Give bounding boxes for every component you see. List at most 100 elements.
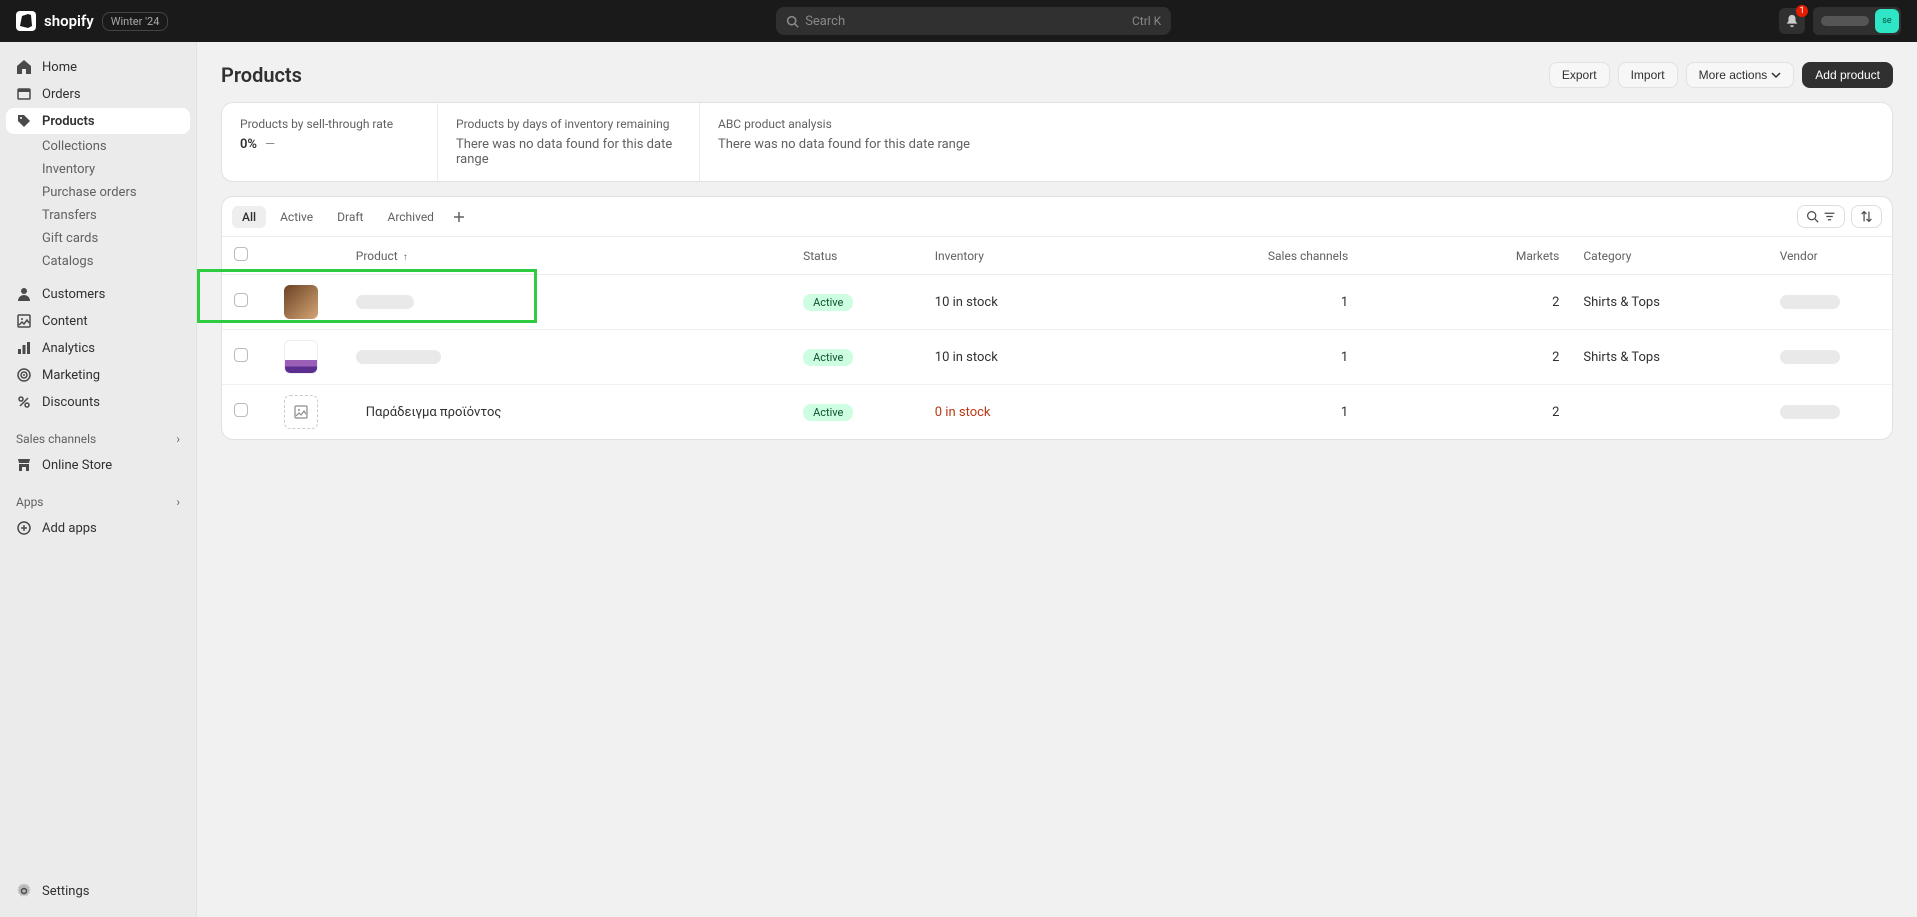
status-badge: Active: [803, 404, 853, 421]
column-vendor[interactable]: Vendor: [1768, 237, 1892, 275]
row-checkbox[interactable]: [234, 348, 248, 362]
search-filter-button[interactable]: [1797, 205, 1845, 228]
sidebar-item-label: Orders: [42, 87, 81, 102]
vendor-redacted: [1780, 350, 1840, 364]
product-thumbnail-placeholder: [284, 395, 318, 429]
column-sales-channels[interactable]: Sales channels: [1236, 237, 1360, 275]
store-selector[interactable]: se: [1813, 7, 1901, 35]
sidebar-item-customers[interactable]: Customers: [6, 281, 190, 307]
sidebar-item-orders[interactable]: Orders: [6, 81, 190, 107]
stat-label: Products by sell-through rate: [240, 117, 419, 131]
column-markets[interactable]: Markets: [1360, 237, 1571, 275]
product-thumbnail: [284, 285, 318, 319]
table-row[interactable]: Active 10 in stock 1 2 Shirts & Tops: [222, 330, 1892, 385]
table-row[interactable]: Active 10 in stock 1 2 Shirts & Tops: [222, 275, 1892, 330]
sidebar-item-online-store[interactable]: Online Store: [6, 452, 190, 478]
sales-channels-header[interactable]: Sales channels ›: [6, 426, 190, 452]
sort-button[interactable]: [1851, 205, 1882, 228]
status-badge: Active: [803, 349, 853, 366]
stat-value: 0%: [240, 137, 257, 152]
category-value: Shirts & Tops: [1583, 350, 1660, 365]
product-name-redacted: [356, 295, 414, 309]
orders-icon: [16, 86, 32, 102]
category-value: Shirts & Tops: [1583, 295, 1660, 310]
column-product[interactable]: Product ↑: [344, 237, 791, 275]
tab-archived[interactable]: Archived: [377, 206, 443, 228]
sidebar-item-marketing[interactable]: Marketing: [6, 362, 190, 388]
home-icon: [16, 59, 32, 75]
main-content: Products Export Import More actions Add …: [197, 42, 1917, 917]
sidebar-sub-transfers[interactable]: Transfers: [6, 204, 190, 227]
sidebar-sub-catalogs[interactable]: Catalogs: [6, 250, 190, 273]
add-view-button[interactable]: [448, 206, 470, 228]
sort-asc-icon: ↑: [403, 252, 408, 263]
notifications-button[interactable]: 1: [1779, 8, 1805, 34]
logo-text: shopify: [44, 12, 94, 30]
sidebar-item-products[interactable]: Products: [6, 108, 190, 134]
sidebar-item-discounts[interactable]: Discounts: [6, 389, 190, 415]
filter-icon: [1823, 210, 1836, 223]
sidebar-item-label: Discounts: [42, 395, 100, 410]
add-product-button[interactable]: Add product: [1802, 62, 1893, 88]
stat-abc-analysis[interactable]: ABC product analysis There was no data f…: [700, 103, 988, 181]
sidebar-item-label: Online Store: [42, 458, 112, 473]
sidebar-sub-gift-cards[interactable]: Gift cards: [6, 227, 190, 250]
vendor-redacted: [1780, 405, 1840, 419]
chevron-right-icon: ›: [176, 495, 180, 509]
sidebar-sub-collections[interactable]: Collections: [6, 135, 190, 158]
shopify-logo-icon: [16, 11, 36, 31]
products-table-card: All Active Draft Archived: [221, 196, 1893, 440]
products-table: Product ↑ Status Inventory Sales channel…: [222, 237, 1892, 439]
more-actions-button[interactable]: More actions: [1686, 62, 1795, 88]
column-status[interactable]: Status: [791, 237, 923, 275]
stat-nodata: There was no data found for this date ra…: [456, 137, 681, 167]
bell-icon: [1785, 14, 1799, 28]
search-icon: [1806, 210, 1819, 223]
markets-value: 2: [1552, 295, 1559, 310]
chevron-right-icon: ›: [176, 432, 180, 446]
row-checkbox[interactable]: [234, 293, 248, 307]
search-kbd: Ctrl K: [1132, 14, 1161, 28]
logo-area: shopify Winter '24: [16, 11, 168, 31]
sales-channels-value: 1: [1341, 295, 1348, 310]
import-button[interactable]: Import: [1618, 62, 1678, 88]
stat-days-inventory[interactable]: Products by days of inventory remaining …: [438, 103, 700, 181]
table-row[interactable]: Παράδειγμα προϊόντος Active 0 in stock 1…: [222, 385, 1892, 440]
tab-active[interactable]: Active: [270, 206, 323, 228]
sidebar-item-analytics[interactable]: Analytics: [6, 335, 190, 361]
select-all-checkbox[interactable]: [234, 247, 248, 261]
sidebar-item-settings[interactable]: Settings: [6, 878, 190, 904]
stat-sell-through[interactable]: Products by sell-through rate 0% —: [222, 103, 438, 181]
gear-icon: [16, 883, 32, 899]
sidebar-item-label: Content: [42, 314, 88, 329]
vendor-redacted: [1780, 295, 1840, 309]
sidebar-item-home[interactable]: Home: [6, 54, 190, 80]
marketing-icon: [16, 367, 32, 383]
sidebar-sub-inventory[interactable]: Inventory: [6, 158, 190, 181]
inventory-value: 0 in stock: [935, 405, 991, 420]
sidebar-item-label: Products: [42, 114, 95, 129]
search-input[interactable]: Search Ctrl K: [776, 7, 1171, 35]
markets-value: 2: [1552, 350, 1559, 365]
sidebar: Home Orders Products Collections Invento…: [0, 42, 197, 917]
sidebar-item-content[interactable]: Content: [6, 308, 190, 334]
column-category[interactable]: Category: [1571, 237, 1767, 275]
tab-all[interactable]: All: [232, 206, 266, 228]
customers-icon: [16, 286, 32, 302]
export-button[interactable]: Export: [1549, 62, 1610, 88]
sidebar-sub-purchase-orders[interactable]: Purchase orders: [6, 181, 190, 204]
apps-header[interactable]: Apps ›: [6, 489, 190, 515]
sidebar-item-label: Marketing: [42, 368, 100, 383]
stat-nodata: There was no data found for this date ra…: [718, 137, 970, 152]
search-icon: [786, 15, 799, 28]
sidebar-item-add-apps[interactable]: Add apps: [6, 515, 190, 541]
sidebar-item-label: Home: [42, 60, 77, 75]
tab-draft[interactable]: Draft: [327, 206, 373, 228]
products-icon: [16, 113, 32, 129]
row-checkbox[interactable]: [234, 403, 248, 417]
store-icon: [16, 457, 32, 473]
column-inventory[interactable]: Inventory: [923, 237, 1236, 275]
store-name-redacted: [1821, 16, 1869, 26]
inventory-value: 10 in stock: [935, 350, 998, 365]
plus-circle-icon: [16, 520, 32, 536]
